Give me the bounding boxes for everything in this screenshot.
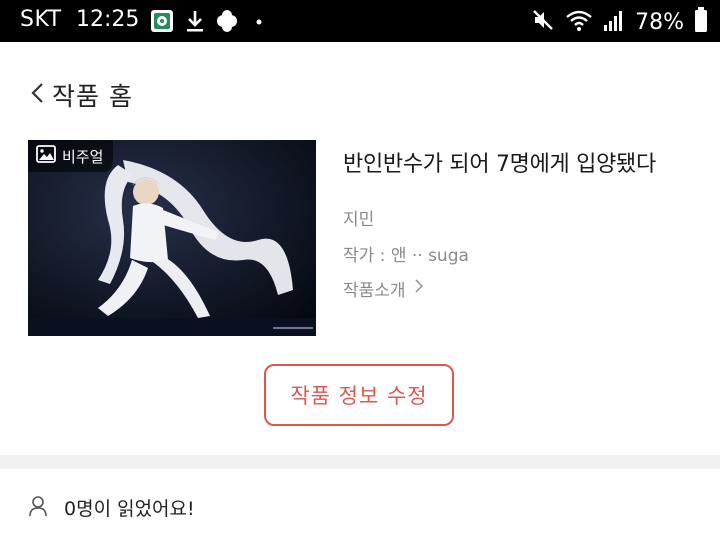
dot-icon — [255, 9, 263, 33]
person-icon — [28, 495, 48, 521]
work-title: 반인반수가 되어 7명에게 입양됐다 — [343, 152, 656, 177]
work-author: 작가 : 앤 ·· suga — [343, 246, 469, 266]
battery-percent: 78% — [635, 9, 684, 35]
header: 작품 홈 — [0, 42, 720, 142]
edit-work-info-button[interactable]: 작품 정보 수정 — [264, 364, 454, 426]
chevron-left-icon — [30, 81, 44, 109]
back-button[interactable]: 작품 홈 — [30, 78, 140, 112]
visual-badge-label: 비주얼 — [62, 147, 104, 166]
download-icon — [184, 9, 206, 33]
clock-label: 12:25 — [76, 7, 140, 32]
visual-badge: 비주얼 — [28, 140, 114, 172]
carrier-label: SKT — [20, 7, 62, 32]
chevron-right-icon — [414, 278, 424, 299]
image-icon — [36, 145, 56, 167]
battery-icon — [694, 7, 708, 37]
plus-app-icon — [214, 9, 240, 33]
readers-count: 0명이 읽었어요! — [28, 494, 195, 521]
work-tag: 지민 — [343, 210, 375, 230]
app-notification-icon — [150, 9, 174, 33]
section-divider — [0, 455, 720, 469]
back-label: 작품 홈 — [52, 82, 133, 111]
signal-icon — [603, 8, 625, 36]
wifi-icon — [565, 8, 593, 36]
intro-link[interactable]: 작품소개 — [343, 276, 424, 301]
readers-text: 0명이 읽었어요! — [64, 498, 195, 520]
intro-label: 작품소개 — [343, 281, 406, 301]
mute-icon — [531, 8, 555, 36]
status-bar: SKT 12:25 78% — [0, 0, 720, 42]
cover-image[interactable]: 비주얼 — [28, 140, 316, 336]
